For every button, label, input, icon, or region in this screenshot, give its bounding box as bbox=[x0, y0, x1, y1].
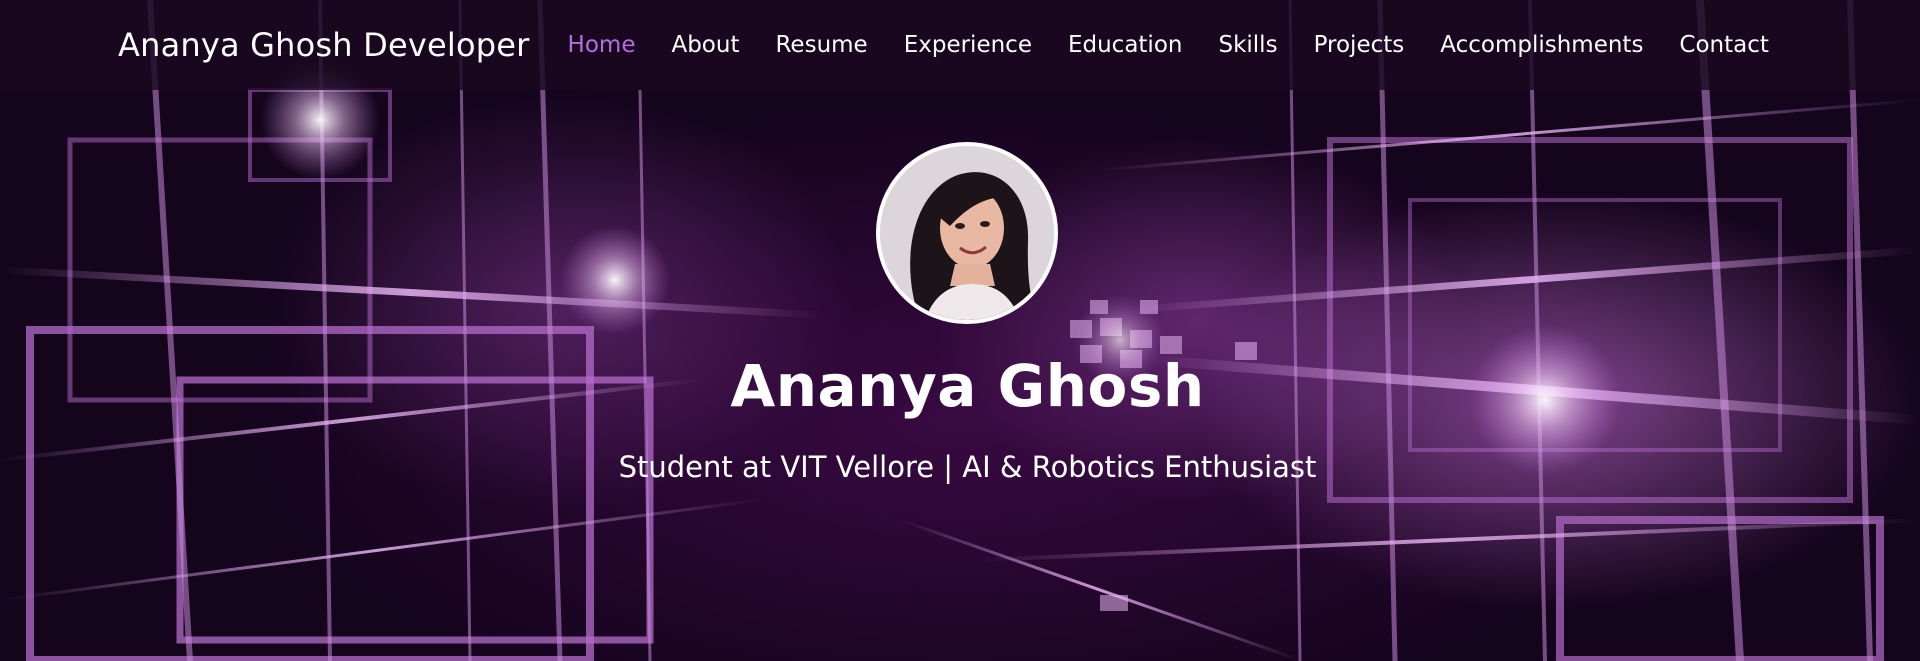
nav-link-accomplishments[interactable]: Accomplishments bbox=[1440, 32, 1643, 58]
profile-photo-icon bbox=[880, 146, 1054, 320]
page: Ananya Ghosh Developer Home About Resume… bbox=[0, 0, 1920, 661]
nav-link-education[interactable]: Education bbox=[1068, 32, 1183, 58]
nav-link-about[interactable]: About bbox=[671, 32, 739, 58]
nav-link-projects[interactable]: Projects bbox=[1314, 32, 1405, 58]
hero-section: Ananya Ghosh Student at VIT Vellore | AI… bbox=[0, 90, 1920, 661]
nav-link-experience[interactable]: Experience bbox=[904, 32, 1032, 58]
nav-link-home[interactable]: Home bbox=[568, 32, 636, 58]
hero-name-heading: Ananya Ghosh bbox=[730, 352, 1205, 420]
nav-link-skills[interactable]: Skills bbox=[1218, 32, 1277, 58]
nav-link-resume[interactable]: Resume bbox=[775, 32, 867, 58]
nav-links: Home About Resume Experience Education S… bbox=[568, 32, 1769, 58]
nav-link-contact[interactable]: Contact bbox=[1679, 32, 1768, 58]
profile-avatar bbox=[876, 142, 1058, 324]
hero-tagline: Student at VIT Vellore | AI & Robotics E… bbox=[618, 450, 1317, 484]
top-navbar: Ananya Ghosh Developer Home About Resume… bbox=[0, 0, 1920, 90]
brand-logo-link[interactable]: Ananya Ghosh Developer bbox=[118, 26, 530, 64]
